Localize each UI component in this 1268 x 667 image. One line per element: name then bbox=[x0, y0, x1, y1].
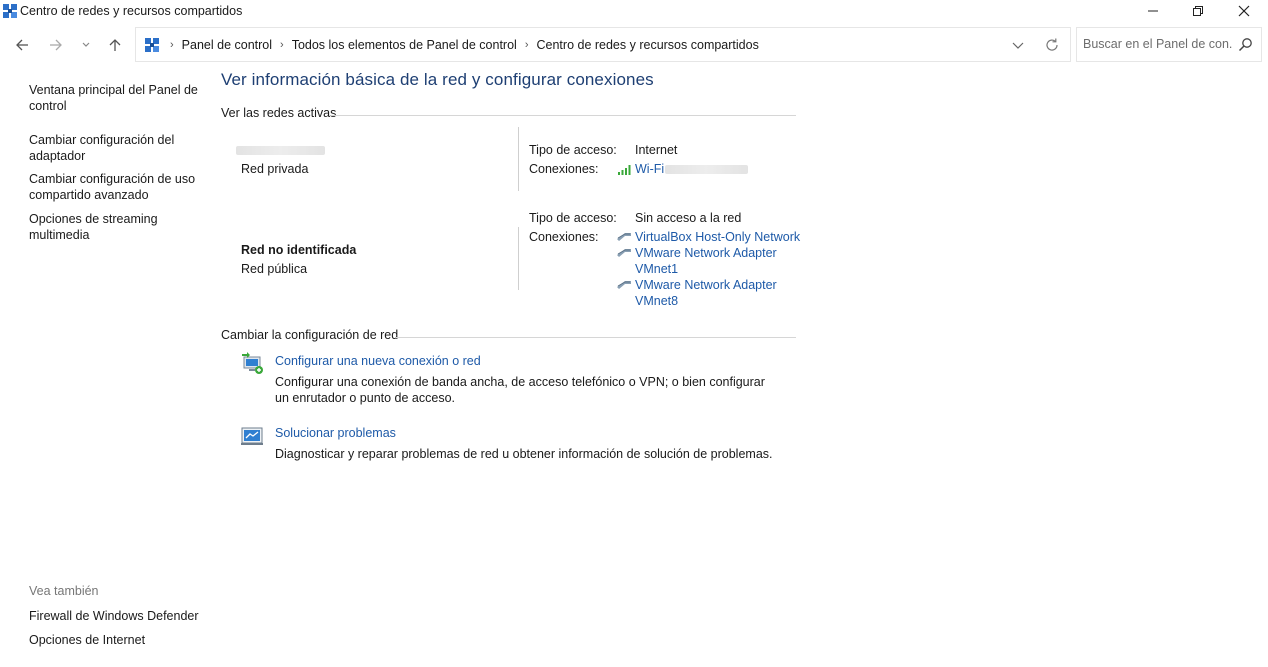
breadcrumb-centro-de-redes[interactable]: Centro de redes y recursos compartidos bbox=[537, 38, 759, 52]
sidebar-item-opciones-internet[interactable]: Opciones de Internet bbox=[29, 632, 204, 648]
active-networks-header: Ver las redes activas bbox=[221, 106, 336, 120]
vmnet8-connection-link[interactable]: VMware Network Adapter bbox=[635, 278, 777, 292]
network-category[interactable]: Red privada bbox=[241, 162, 308, 176]
wifi-signal-icon bbox=[618, 165, 631, 175]
divider bbox=[396, 337, 796, 338]
divider bbox=[331, 115, 796, 116]
new-connection-icon bbox=[242, 352, 263, 374]
troubleshoot-icon bbox=[241, 427, 263, 445]
search-icon[interactable] bbox=[1238, 37, 1253, 52]
troubleshoot-description: Diagnosticar y reparar problemas de red … bbox=[275, 447, 773, 461]
arrow-right-icon bbox=[50, 39, 62, 51]
virtualbox-connection-link[interactable]: VirtualBox Host-Only Network bbox=[635, 230, 800, 244]
close-button[interactable] bbox=[1221, 0, 1267, 22]
forward-button[interactable] bbox=[45, 35, 67, 55]
breadcrumb-todos-los-elementos[interactable]: Todos los elementos de Panel de control bbox=[292, 38, 517, 52]
refresh-icon[interactable] bbox=[1044, 37, 1060, 53]
change-settings-header-label: Cambiar la configuración de red bbox=[221, 328, 399, 342]
vmnet1-connection-link-cont[interactable]: VMnet1 bbox=[635, 262, 678, 276]
wifi-ssid-redacted bbox=[665, 165, 748, 174]
connections-label: Conexiones: bbox=[529, 162, 599, 176]
access-type-value: Sin acceso a la red bbox=[635, 211, 742, 225]
new-connection-link[interactable]: Configurar una nueva conexión o red bbox=[275, 354, 481, 368]
access-type-label: Tipo de acceso: bbox=[529, 211, 617, 225]
vmnet1-connection-link[interactable]: VMware Network Adapter bbox=[635, 246, 777, 260]
ethernet-cable-icon bbox=[617, 233, 631, 241]
vmnet8-connection-link-cont[interactable]: VMnet8 bbox=[635, 294, 678, 308]
sidebar-item-adaptador[interactable]: Cambiar configuración del adaptador bbox=[29, 132, 204, 164]
up-button[interactable] bbox=[104, 35, 126, 55]
network-name: Red no identificada bbox=[241, 243, 357, 257]
divider bbox=[518, 127, 519, 191]
see-also-header: Vea también bbox=[29, 584, 99, 598]
sidebar-item-panel-principal[interactable]: Ventana principal del Panel de control bbox=[29, 82, 204, 114]
sidebar-item-streaming[interactable]: Opciones de streaming multimedia bbox=[29, 211, 204, 243]
wifi-connection-link[interactable]: Wi-Fi bbox=[635, 162, 664, 176]
new-connection-description: Configurar una conexión de banda ancha, … bbox=[275, 375, 765, 405]
troubleshoot-link[interactable]: Solucionar problemas bbox=[275, 426, 396, 440]
access-type-value: Internet bbox=[635, 143, 678, 157]
title-bar: Centro de redes y recursos compartidos bbox=[0, 0, 1268, 24]
arrow-left-icon bbox=[16, 39, 28, 51]
breadcrumb-separator: › bbox=[170, 38, 174, 51]
minimize-button[interactable] bbox=[1130, 0, 1176, 22]
address-bar[interactable]: › Panel de control › Todos los elementos… bbox=[135, 27, 1071, 62]
window-title: Centro de redes y recursos compartidos bbox=[20, 4, 243, 18]
sidebar-item-uso-compartido[interactable]: Cambiar configuración de uso compartido … bbox=[29, 171, 204, 203]
network-center-icon bbox=[3, 4, 17, 18]
change-settings-header: Cambiar la configuración de red bbox=[221, 328, 398, 342]
minimize-icon bbox=[1148, 10, 1158, 12]
maximize-button[interactable] bbox=[1175, 0, 1221, 22]
search-box[interactable] bbox=[1076, 27, 1262, 62]
divider bbox=[518, 227, 519, 290]
ethernet-cable-icon bbox=[617, 281, 631, 289]
recent-locations-button[interactable] bbox=[75, 35, 97, 55]
restore-icon bbox=[1193, 6, 1203, 16]
search-input[interactable] bbox=[1083, 37, 1233, 51]
access-type-label: Tipo de acceso: bbox=[529, 143, 617, 157]
connections-label: Conexiones: bbox=[529, 230, 599, 244]
network-category[interactable]: Red pública bbox=[241, 262, 307, 276]
breadcrumb: › Panel de control › Todos los elementos… bbox=[162, 28, 759, 61]
arrow-up-icon bbox=[109, 39, 121, 51]
close-icon bbox=[1238, 5, 1250, 17]
network-name-redacted bbox=[236, 146, 325, 155]
breadcrumb-panel-de-control[interactable]: Panel de control bbox=[182, 38, 272, 52]
breadcrumb-separator: › bbox=[524, 38, 529, 51]
page-title: Ver información básica de la red y confi… bbox=[221, 70, 654, 89]
chevron-down-icon bbox=[82, 42, 90, 47]
ethernet-cable-icon bbox=[617, 249, 631, 257]
back-button[interactable] bbox=[11, 35, 33, 55]
chevron-down-icon[interactable] bbox=[1010, 37, 1026, 53]
active-networks-header-label: Ver las redes activas bbox=[221, 106, 337, 120]
sidebar-item-firewall[interactable]: Firewall de Windows Defender bbox=[29, 608, 204, 624]
control-panel-icon bbox=[145, 38, 159, 52]
breadcrumb-separator: › bbox=[280, 38, 284, 51]
